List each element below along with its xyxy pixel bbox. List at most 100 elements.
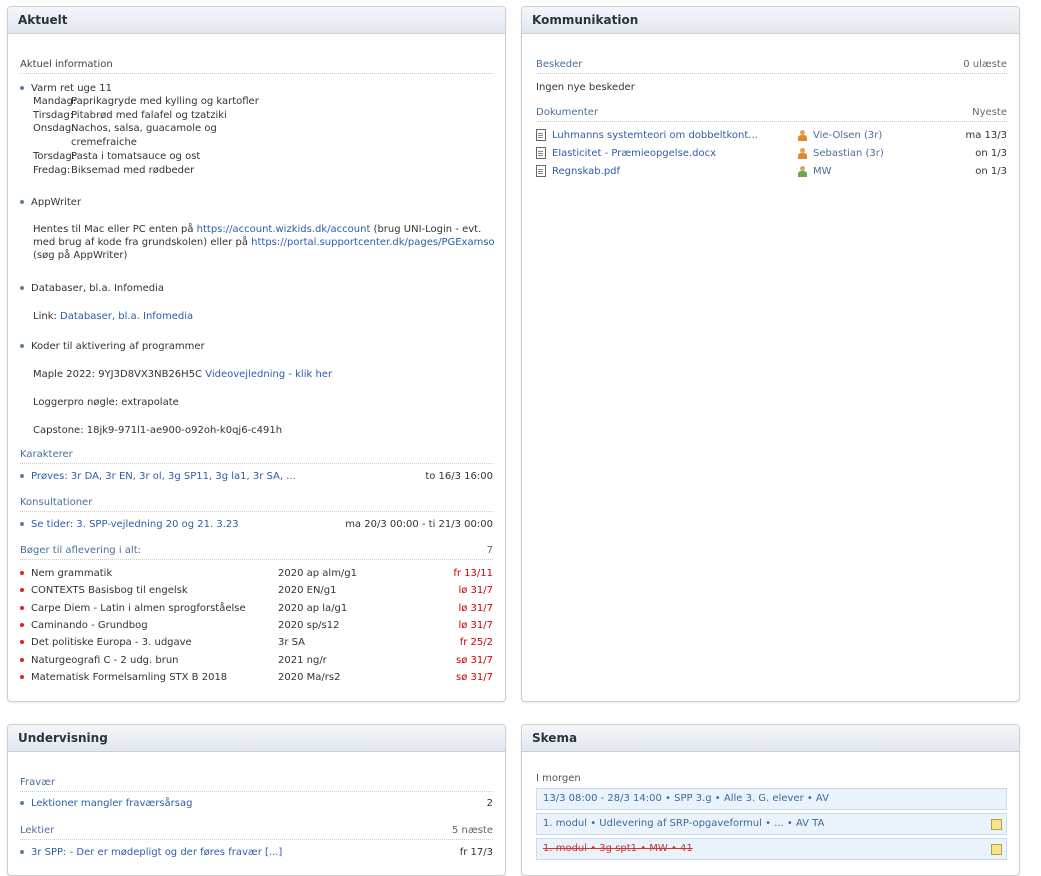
document-row[interactable]: Luhmanns systemteori om dobbeltkont... Vi…: [536, 129, 1007, 143]
menu-dish: Paprikagryde med kylling og kartofler: [71, 96, 259, 107]
document-icon: [536, 129, 546, 141]
undervisning-title: Undervisning: [8, 725, 505, 752]
document-link[interactable]: Elasticitet - Præmieopgelse.docx: [552, 148, 716, 159]
karakterer-row[interactable]: Prøves: 3r DA, 3r EN, 3r ol, 3g SP11, 3g…: [20, 470, 493, 484]
appwriter-item: AppWriter: [20, 196, 81, 209]
menu-day-row: Onsdag:Nachos, salsa, guacamole og: [33, 122, 217, 135]
loggerpro-line: Loggerpro nøgle: extrapolate: [33, 397, 179, 408]
bog-date: lø 31/7: [458, 602, 493, 614]
karakterer-link[interactable]: Prøves: 3r DA, 3r EN, 3r ol, 3g SP11, 3g…: [31, 471, 296, 482]
menu-dish: Biksemad med rødbeder: [71, 164, 195, 176]
lektier-date: fr 17/3: [459, 847, 493, 858]
aktuelt-title: Aktuelt: [8, 7, 505, 34]
red-bullet-icon: [20, 622, 24, 627]
document-author[interactable]: Sebastian (3r): [798, 147, 884, 161]
document-date: on 1/3: [975, 166, 1007, 177]
karakterer-date: to 16/3 16:00: [425, 471, 493, 482]
bullet-icon: [20, 850, 24, 854]
boger-section: Bøger til aflevering i alt: 7 Nem grammat…: [20, 545, 493, 683]
document-author-name: MW: [813, 166, 832, 177]
konsultationer-header: Konsultationer: [20, 497, 493, 512]
aktuel-information-header: Aktuel information: [20, 59, 493, 74]
bog-row[interactable]: Caminando - Grundbog 2020 sp/s12 lø 31/7: [20, 619, 493, 633]
menu-day-row: Torsdag:Pasta i tomatsauce og ost: [33, 150, 200, 163]
red-bullet-icon: [20, 640, 24, 645]
dokumenter-header[interactable]: Dokumenter Nyeste: [536, 107, 1007, 122]
lektier-row[interactable]: 3r SPP: - Der er mødepligt og der føres …: [20, 846, 493, 860]
bog-row[interactable]: Det politiske Europa - 3. udgave 3r SA fr …: [20, 636, 493, 650]
bullet-icon: [20, 474, 24, 478]
bog-code: 2020 Ma/rs2: [278, 671, 341, 683]
bullet-icon: [20, 200, 24, 204]
bog-title: Carpe Diem - Latin i almen sprogforståel…: [31, 602, 246, 614]
document-author-name: Vie-Olsen (3r): [813, 130, 883, 141]
menu-dish: Nachos, salsa, guacamole og: [71, 123, 217, 135]
databaser-link-line: Link: Databaser, bl.a. Infomedia: [33, 311, 194, 322]
bullet-icon: [20, 801, 24, 805]
calendar-event[interactable]: 13/3 08:00 - 28/3 14:00 • SPP 3.g • Alle…: [536, 788, 1007, 810]
document-row[interactable]: Regnskab.pdf MW on 1/3: [536, 165, 1007, 179]
menu-day-label: Fredag:: [33, 164, 71, 176]
menu-day-label: Torsdag:: [33, 150, 76, 162]
red-bullet-icon: [20, 674, 24, 679]
menu-day-row: cremefraiche: [33, 136, 137, 149]
calendar-event-text: 1. modul • Udlevering af SRP-opgaveformu…: [543, 818, 825, 829]
bog-row[interactable]: Matematisk Formelsamling STX B 2018 2020 …: [20, 671, 493, 685]
koder-item: Koder til aktivering af programmer: [20, 340, 205, 353]
supportcenter-link[interactable]: https://portal.supportcenter.dk/pages/PG…: [251, 237, 495, 248]
note-icon[interactable]: [991, 844, 1002, 855]
document-icon: [536, 165, 546, 177]
lektier-link[interactable]: 3r SPP: - Der er mødepligt og der føres …: [31, 847, 282, 858]
fravaer-link[interactable]: Lektioner mangler fraværsårsag: [31, 798, 192, 809]
beskeder-header[interactable]: Beskeder 0 ulæste: [536, 59, 1007, 74]
menu-day-label: Tirsdag:: [33, 109, 74, 121]
bog-code: 2020 ap la/g1: [278, 602, 348, 614]
bog-row[interactable]: Naturgeografi C - 2 udg. brun 2021 ng/r sø…: [20, 654, 493, 668]
bog-row[interactable]: CONTEXTS Basisbog til engelsk 2020 EN/g1 l…: [20, 584, 493, 598]
skema-day-title: I morgen: [536, 773, 581, 784]
karakterer-header: Karakterer: [20, 449, 493, 464]
menu-day-row: Tirsdag:Pitabrød med falafel og tzatziki: [33, 109, 227, 122]
red-bullet-icon: [20, 571, 24, 575]
aktuelt-panel: Aktuelt Aktuel information Varm ret uge …: [7, 6, 506, 702]
menu-day-row: Mandag:Paprikagryde med kylling og karto…: [33, 95, 259, 108]
wizkids-link[interactable]: https://account.wizkids.dk/account: [197, 224, 371, 235]
document-author-name: Sebastian (3r): [813, 148, 884, 159]
bog-row[interactable]: Nem grammatik 2020 ap alm/g1 fr 13/11: [20, 567, 493, 581]
maple-video-link[interactable]: Videovejledning - klik her: [205, 369, 332, 380]
databaser-item: Databaser, bl.a. Infomedia: [20, 282, 164, 295]
fravaer-row[interactable]: Lektioner mangler fraværsårsag 2: [20, 797, 493, 811]
bog-row[interactable]: Carpe Diem - Latin i almen sprogforståel…: [20, 602, 493, 616]
menu-dish: Pasta i tomatsauce og ost: [71, 150, 201, 162]
kommunikation-panel: Kommunikation Beskeder 0 ulæste Ingen nye…: [521, 6, 1020, 702]
menu-item: Varm ret uge 11: [20, 82, 112, 95]
menu-dish: cremefraiche: [71, 137, 137, 149]
konsultationer-row[interactable]: Se tider: 3. SPP-vejledning 20 og 21. 3.…: [20, 518, 493, 532]
bog-code: 3r SA: [278, 637, 306, 649]
databaser-link[interactable]: Databaser, bl.a. Infomedia: [60, 311, 193, 322]
calendar-event-text: 1. modul • 3g spt1 • MW • 41: [543, 843, 693, 854]
calendar-event[interactable]: 1. modul • Udlevering af SRP-opgaveformu…: [536, 813, 1007, 835]
calendar-event[interactable]: 1. modul • 3g spt1 • MW • 41: [536, 838, 1007, 860]
document-link[interactable]: Luhmanns systemteori om dobbeltkont...: [552, 130, 758, 141]
bog-title: Det politiske Europa - 3. udgave: [31, 637, 192, 649]
fravaer-header: Fravær: [20, 777, 493, 792]
karakterer-section: Karakterer Prøves: 3r DA, 3r EN, 3r ol, …: [20, 449, 493, 482]
skema-panel: Skema I morgen 13/3 08:00 - 28/3 14:00 •…: [521, 724, 1020, 876]
bog-date: lø 31/7: [458, 619, 493, 631]
bog-date: lø 31/7: [458, 585, 493, 597]
document-author[interactable]: MW: [798, 165, 832, 179]
beskeder-empty: Ingen nye beskeder: [536, 82, 635, 93]
konsultationer-link[interactable]: Se tider: 3. SPP-vejledning 20 og 21. 3.…: [31, 519, 239, 530]
red-bullet-icon: [20, 588, 24, 593]
document-row[interactable]: Elasticitet - Præmieopgelse.docx Sebastia…: [536, 147, 1007, 161]
bog-date: fr 25/2: [459, 637, 493, 649]
document-date: on 1/3: [975, 148, 1007, 159]
note-icon[interactable]: [991, 819, 1002, 830]
user-icon: [798, 165, 807, 177]
document-author[interactable]: Vie-Olsen (3r): [798, 129, 882, 143]
red-bullet-icon: [20, 657, 24, 662]
document-link[interactable]: Regnskab.pdf: [552, 166, 620, 177]
konsultationer-section: Konsultationer Se tider: 3. SPP-vejledni…: [20, 497, 493, 530]
lektier-header: Lektier 5 næste: [20, 825, 493, 840]
